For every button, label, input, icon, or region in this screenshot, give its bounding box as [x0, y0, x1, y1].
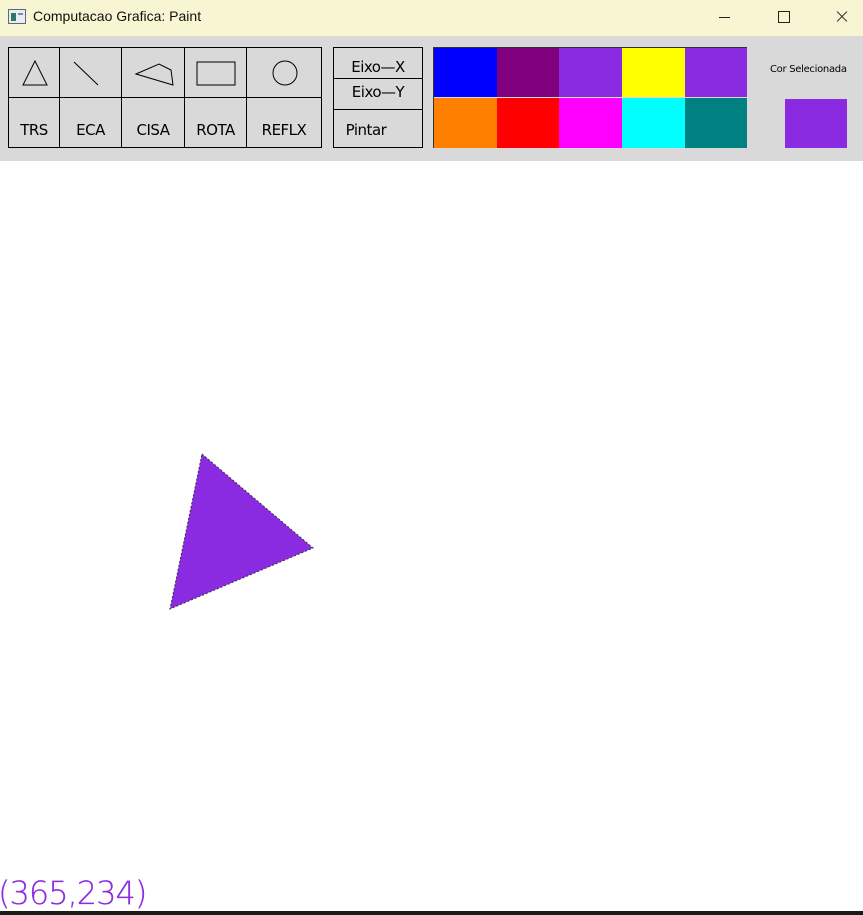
color-swatch[interactable]: [559, 47, 622, 97]
scale-button[interactable]: ECA: [59, 97, 122, 148]
selected-color-swatch: [785, 99, 847, 148]
axis-y-label: Eixo—Y: [351, 83, 405, 101]
maximize-icon[interactable]: [760, 0, 806, 36]
color-swatch[interactable]: [434, 98, 497, 148]
rotate-label: ROTA: [196, 121, 235, 139]
axis-y-button[interactable]: Eixo—Y: [333, 78, 423, 110]
app-window-icon: [8, 9, 26, 24]
reflect-button[interactable]: REFLX: [246, 97, 322, 148]
mouse-coordinates: (365,234): [0, 874, 147, 912]
minimize-icon[interactable]: [702, 0, 748, 36]
selected-color-label: Cor Selecionada: [770, 64, 847, 75]
line-tool-button[interactable]: [59, 47, 122, 98]
reflect-label: REFLX: [261, 121, 307, 139]
title-bar: Computacao Grafica: Paint: [0, 0, 863, 36]
color-swatch[interactable]: [559, 98, 622, 148]
translate-label: TRS: [20, 121, 48, 139]
color-swatch[interactable]: [685, 98, 747, 148]
shear-label: CISA: [136, 121, 170, 139]
triangle-icon: [22, 59, 48, 86]
line-icon: [73, 61, 99, 86]
shear-button[interactable]: CISA: [121, 97, 185, 148]
color-swatch[interactable]: [685, 47, 747, 97]
axis-x-label: Eixo—X: [351, 58, 405, 76]
color-swatch[interactable]: [497, 47, 559, 97]
drawn-triangle[interactable]: [169, 453, 314, 610]
scale-label: ECA: [76, 121, 105, 139]
paint-button[interactable]: Pintar: [333, 109, 423, 148]
paint-label: Pintar: [345, 121, 387, 139]
circle-icon: [272, 60, 298, 86]
drawing-canvas[interactable]: [0, 161, 863, 911]
toolbar: TRS ECA CISA ROTA REFLX Eixo—X Eixo—Y Pi…: [0, 36, 863, 161]
color-swatch[interactable]: [622, 47, 685, 97]
polygon-tool-button[interactable]: [121, 47, 185, 98]
polygon-icon: [134, 63, 174, 86]
color-swatch[interactable]: [497, 98, 559, 148]
close-icon[interactable]: [818, 0, 863, 36]
color-swatch[interactable]: [434, 47, 497, 97]
rectangle-icon: [196, 61, 236, 86]
circle-tool-button[interactable]: [246, 47, 322, 98]
canvas-svg: [169, 453, 314, 610]
rectangle-tool-button[interactable]: [184, 47, 247, 98]
color-swatch[interactable]: [622, 98, 685, 148]
bottom-edge: [0, 911, 863, 915]
rotate-button[interactable]: ROTA: [184, 97, 247, 148]
translate-button[interactable]: TRS: [8, 97, 60, 148]
triangle-tool-button[interactable]: [8, 47, 60, 98]
axis-x-button[interactable]: Eixo—X: [333, 47, 423, 79]
window-title: Computacao Grafica: Paint: [33, 8, 202, 24]
